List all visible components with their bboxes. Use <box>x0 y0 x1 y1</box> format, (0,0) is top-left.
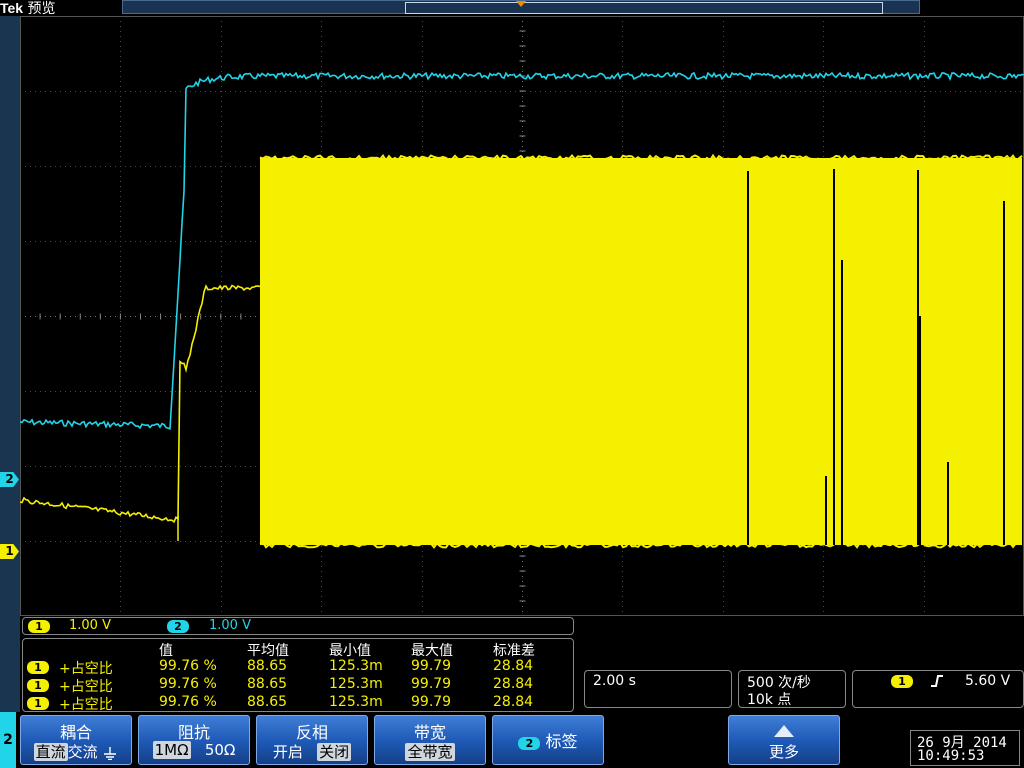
top-status-bar: Tek 预览 <box>0 0 1024 17</box>
trigger-level: 5.60 V <box>965 673 1011 689</box>
ch2-scale: 1.00 V <box>209 618 251 633</box>
measurement-table[interactable]: 值 平均值 最小值 最大值 标准差 1 +占空比 99.76 % 88.65 1… <box>22 638 574 713</box>
label-button[interactable]: 2 标签 <box>492 715 604 765</box>
impedance-options: 1MΩ 50Ω <box>139 741 249 759</box>
header-value: 值 <box>159 643 173 659</box>
measurement-max: 99.79 <box>411 658 452 674</box>
invert-off-option[interactable]: 关闭 <box>317 743 352 761</box>
measurement-min: 125.3m <box>329 694 383 710</box>
coupling-title: 耦合 <box>59 723 92 742</box>
trigger-source-chip: 1 <box>891 675 913 688</box>
acquisition-readout[interactable]: 500 次/秒 10k 点 <box>738 670 846 708</box>
invert-on-option[interactable]: 开启 <box>273 743 303 761</box>
measurement-max: 99.79 <box>411 694 452 710</box>
ch1-chip: 1 <box>27 697 49 710</box>
ground-coupling-icon[interactable] <box>102 743 118 761</box>
record-view-window[interactable] <box>405 2 883 14</box>
impedance-1m-option[interactable]: 1MΩ <box>152 741 191 759</box>
label-title-wrap: 2 标签 <box>493 728 603 752</box>
label-title: 标签 <box>545 732 578 751</box>
ch1-pwm-block <box>260 158 1022 545</box>
measurement-std: 28.84 <box>493 694 534 710</box>
coupling-options: 直流 交流 <box>21 741 131 762</box>
measurement-max: 99.79 <box>411 676 452 692</box>
measurement-row[interactable]: 1 +占空比 99.76 % 88.65 125.3m 99.79 28.84 <box>23 658 573 677</box>
measurement-value: 99.76 % <box>159 658 217 674</box>
graticule <box>20 16 1024 616</box>
measurement-min: 125.3m <box>329 658 383 674</box>
invert-title: 反相 <box>295 723 328 742</box>
measurement-mean: 88.65 <box>247 694 288 710</box>
waveform-display[interactable] <box>20 16 1024 616</box>
impedance-button[interactable]: 阻抗 1MΩ 50Ω <box>138 715 250 765</box>
measurement-name: +占空比 <box>59 661 113 677</box>
bandwidth-title: 带宽 <box>413 723 446 742</box>
more-button[interactable]: 更多 <box>728 715 840 765</box>
label-ch2-chip: 2 <box>518 737 541 750</box>
measurement-name: +占空比 <box>59 697 113 713</box>
brand-mode: Tek 预览 <box>0 0 56 17</box>
measurement-name: +占空比 <box>59 679 113 695</box>
impedance-title: 阻抗 <box>177 723 210 742</box>
trigger-position-icon <box>516 1 526 7</box>
measurement-value: 99.76 % <box>159 694 217 710</box>
horizontal-scale-readout[interactable]: 2.00 s <box>584 670 732 708</box>
invert-options: 开启 关闭 <box>257 741 367 762</box>
bandwidth-value-wrap: 全带宽 <box>375 741 485 762</box>
ch1-ground-marker[interactable]: 1 <box>0 544 19 559</box>
measurement-row[interactable]: 1 +占空比 99.76 % 88.65 125.3m 99.79 28.84 <box>23 694 573 713</box>
record-length: 10k 点 <box>747 692 792 708</box>
ch1-chip: 1 <box>27 679 49 692</box>
measurement-min: 125.3m <box>329 676 383 692</box>
rising-edge-icon <box>929 672 945 694</box>
bandwidth-value: 全带宽 <box>405 743 455 761</box>
header-min: 最小值 <box>329 643 371 659</box>
channel-scale-bar: 1 1.00 V 2 1.00 V <box>22 617 574 635</box>
invert-button[interactable]: 反相 开启 关闭 <box>256 715 368 765</box>
header-mean: 平均值 <box>247 643 289 659</box>
impedance-50-option[interactable]: 50Ω <box>205 741 236 759</box>
coupling-button[interactable]: 耦合 直流 交流 <box>20 715 132 765</box>
measurement-mean: 88.65 <box>247 658 288 674</box>
trigger-readout[interactable]: 1 5.60 V <box>852 670 1024 708</box>
measurement-std: 28.84 <box>493 658 534 674</box>
acquisition-mode: 预览 <box>27 1 56 17</box>
measurement-row[interactable]: 1 +占空比 99.76 % 88.65 125.3m 99.79 28.84 <box>23 676 573 695</box>
channel-offset-strip: 2 1 <box>0 16 20 712</box>
ch1-chip[interactable]: 1 <box>28 620 50 633</box>
tek-logo: Tek <box>0 0 24 16</box>
header-max: 最大值 <box>411 643 453 659</box>
more-title: 更多 <box>768 743 799 761</box>
ch1-scale: 1.00 V <box>69 618 111 633</box>
measurement-mean: 88.65 <box>247 676 288 692</box>
ch1-chip: 1 <box>27 661 49 674</box>
ch2-ground-marker[interactable]: 2 <box>0 472 19 487</box>
channel-menu-tab[interactable]: 2 <box>0 712 16 768</box>
coupling-dc-option[interactable]: 直流 <box>33 743 68 761</box>
up-arrow-icon <box>729 722 839 741</box>
measurement-std: 28.84 <box>493 676 534 692</box>
time: 10:49:53 <box>917 748 985 764</box>
measurement-value: 99.76 % <box>159 676 217 692</box>
coupling-ac-option[interactable]: 交流 <box>68 743 98 761</box>
datetime-readout: 26 9月 2014 10:49:53 <box>910 730 1020 766</box>
bandwidth-button[interactable]: 带宽 全带宽 <box>374 715 486 765</box>
timebase-value: 2.00 s <box>593 673 636 689</box>
ch2-chip[interactable]: 2 <box>167 620 189 633</box>
header-std: 标准差 <box>493 643 535 659</box>
